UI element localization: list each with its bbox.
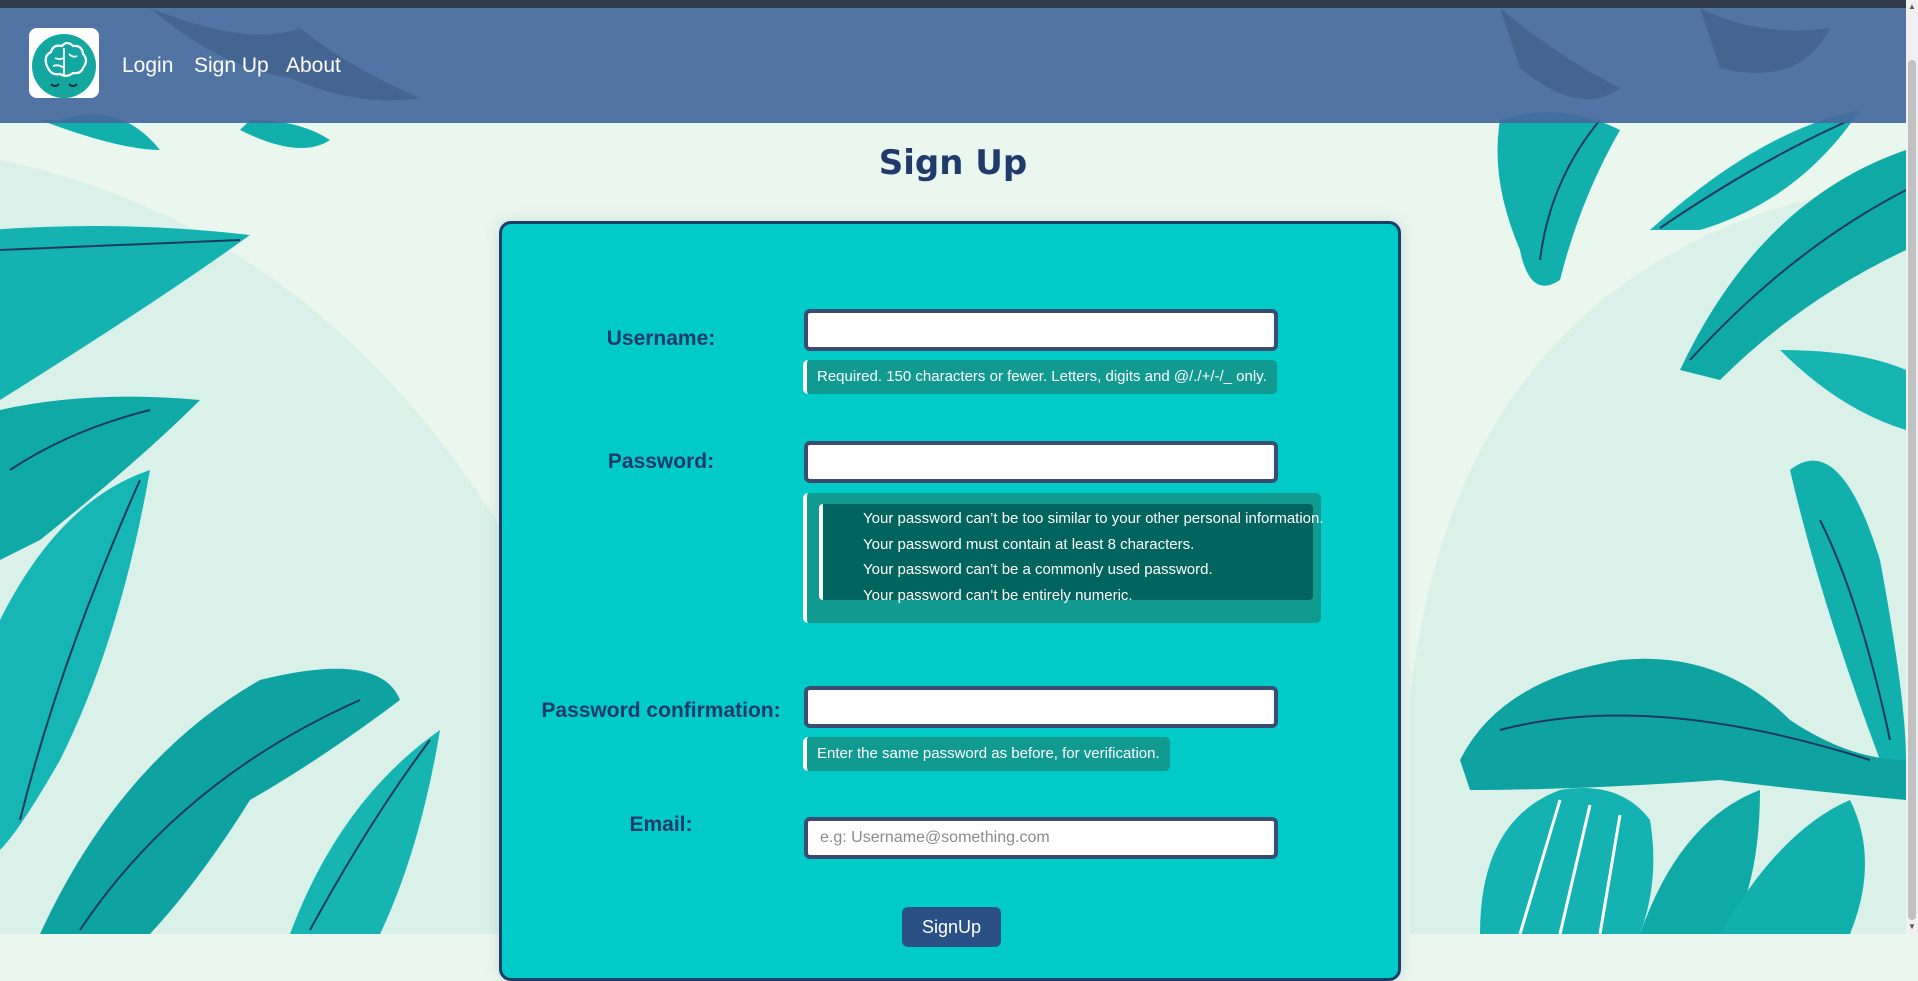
password-confirmation-field[interactable] (804, 686, 1278, 728)
password-confirmation-help-text: Enter the same password as before, for v… (803, 737, 1170, 771)
password-confirmation-label: Password confirmation: (541, 699, 781, 722)
password-help-item: Your password can’t be too similar to yo… (863, 510, 1324, 527)
nav-about-link[interactable]: About (286, 54, 341, 78)
password-help-list: Your password can’t be too similar to yo… (819, 504, 1324, 604)
nav-signup-link[interactable]: Sign Up (194, 54, 269, 78)
password-field[interactable] (804, 441, 1278, 483)
navbar: Login Sign Up About (0, 8, 1906, 123)
password-help-item: Your password can’t be a commonly used p… (863, 561, 1213, 579)
username-field[interactable] (804, 309, 1278, 351)
email-field[interactable] (804, 817, 1278, 859)
scrollbar-thumb[interactable] (1908, 60, 1916, 920)
username-label: Username: (606, 327, 716, 350)
scroll-down-arrow-icon[interactable]: ▼ (1907, 922, 1917, 932)
username-help-text: Required. 150 characters or fewer. Lette… (803, 360, 1277, 394)
password-help-item: Your password must contain at least 8 ch… (863, 535, 1195, 553)
vertical-scrollbar[interactable]: ▲ ▼ (1906, 0, 1918, 934)
password-help-box: Your password can’t be too similar to yo… (803, 493, 1324, 623)
email-label: Email: (629, 813, 693, 836)
password-help-item: Your password can’t be entirely numeric. (863, 586, 1133, 604)
signup-submit-button[interactable]: SignUp (902, 907, 1001, 947)
nav-login-link[interactable]: Login (122, 54, 173, 78)
brain-icon (29, 28, 99, 98)
scroll-up-arrow-icon[interactable]: ▲ (1907, 2, 1917, 12)
app-logo[interactable] (29, 28, 99, 98)
password-label: Password: (607, 450, 715, 473)
page-title: Sign Up (878, 143, 1028, 183)
